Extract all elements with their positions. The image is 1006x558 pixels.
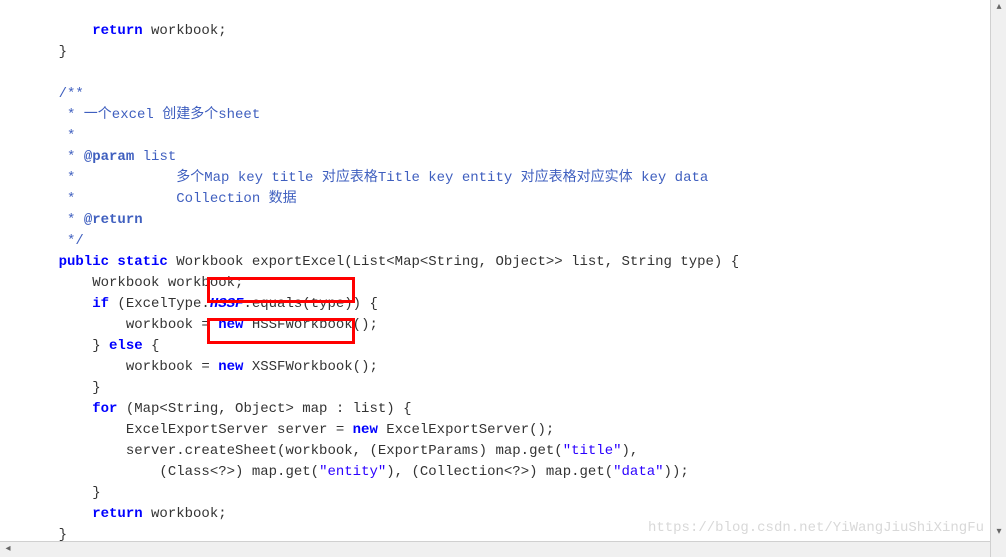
javadoc-line: * — [25, 128, 75, 144]
scroll-down-arrow-icon[interactable]: ▾ — [991, 525, 1006, 541]
scroll-left-arrow-icon[interactable]: ◂ — [0, 542, 16, 558]
keyword-new: new — [353, 422, 378, 438]
code-text: .equals(type)) { — [243, 296, 377, 312]
string-data: "data" — [613, 464, 663, 480]
keyword-else: else — [109, 338, 143, 354]
code-text: ), — [622, 443, 639, 459]
code-text: (Class<?>) map.get( — [25, 464, 319, 480]
javadoc-line: * 多个Map key title 对应表格Title key entity 对… — [25, 170, 708, 186]
javadoc-close: */ — [25, 233, 84, 249]
code-text: server.createSheet(workbook, (ExportPara… — [25, 443, 563, 459]
code-text: { — [143, 338, 160, 354]
keyword-return: return — [25, 506, 143, 522]
code-text: Workbook exportExcel(List<Map<String, Ob… — [168, 254, 739, 270]
javadoc-open: /** — [25, 86, 84, 102]
code-text: } — [25, 338, 109, 354]
javadoc-line: * — [25, 149, 84, 165]
string-entity: "entity" — [319, 464, 386, 480]
keyword-new: new — [218, 359, 243, 375]
code-text: Workbook workbook; — [25, 275, 243, 291]
vertical-scrollbar[interactable]: ▴ ▾ — [990, 0, 1006, 557]
string-title: "title" — [563, 443, 622, 459]
keyword-if: if — [25, 296, 109, 312]
code-text: workbook; — [143, 506, 227, 522]
code-text: ), (Collection<?>) map.get( — [386, 464, 613, 480]
code-text: workbook = — [25, 317, 218, 333]
scroll-up-arrow-icon[interactable]: ▴ — [991, 0, 1006, 16]
keyword-new: new — [218, 317, 243, 333]
javadoc-line: * — [25, 212, 84, 228]
code-text: (ExcelType. — [109, 296, 210, 312]
code-text: } — [25, 485, 101, 501]
javadoc-tag-return: @return — [84, 212, 143, 228]
code-text: (Map<String, Object> map : list) { — [117, 401, 411, 417]
javadoc-line: * Collection 数据 — [25, 191, 297, 207]
javadoc-line: list — [134, 149, 176, 165]
javadoc-tag-param: @param — [84, 149, 134, 165]
code-text: workbook; — [143, 23, 227, 39]
code-text: XSSFWorkbook(); — [243, 359, 377, 375]
keyword-for: for — [25, 401, 117, 417]
code-editor[interactable]: return workbook; } /** * 一个excel 创建多个she… — [0, 0, 1006, 557]
code-text: ExcelExportServer server = — [25, 422, 353, 438]
code-text: )); — [664, 464, 689, 480]
code-text: } — [25, 380, 101, 396]
keyword-return: return — [25, 23, 143, 39]
keyword-public-static: public static — [25, 254, 168, 270]
javadoc-line: * 一个excel 创建多个sheet — [25, 107, 260, 123]
code-text: ExcelExportServer(); — [378, 422, 554, 438]
constant-hssf: HSSF — [210, 296, 244, 312]
code-text: workbook = — [25, 359, 218, 375]
code-text: } — [25, 44, 67, 60]
code-text: HSSFWorkbook(); — [243, 317, 377, 333]
horizontal-scrollbar[interactable]: ◂ — [0, 541, 990, 557]
